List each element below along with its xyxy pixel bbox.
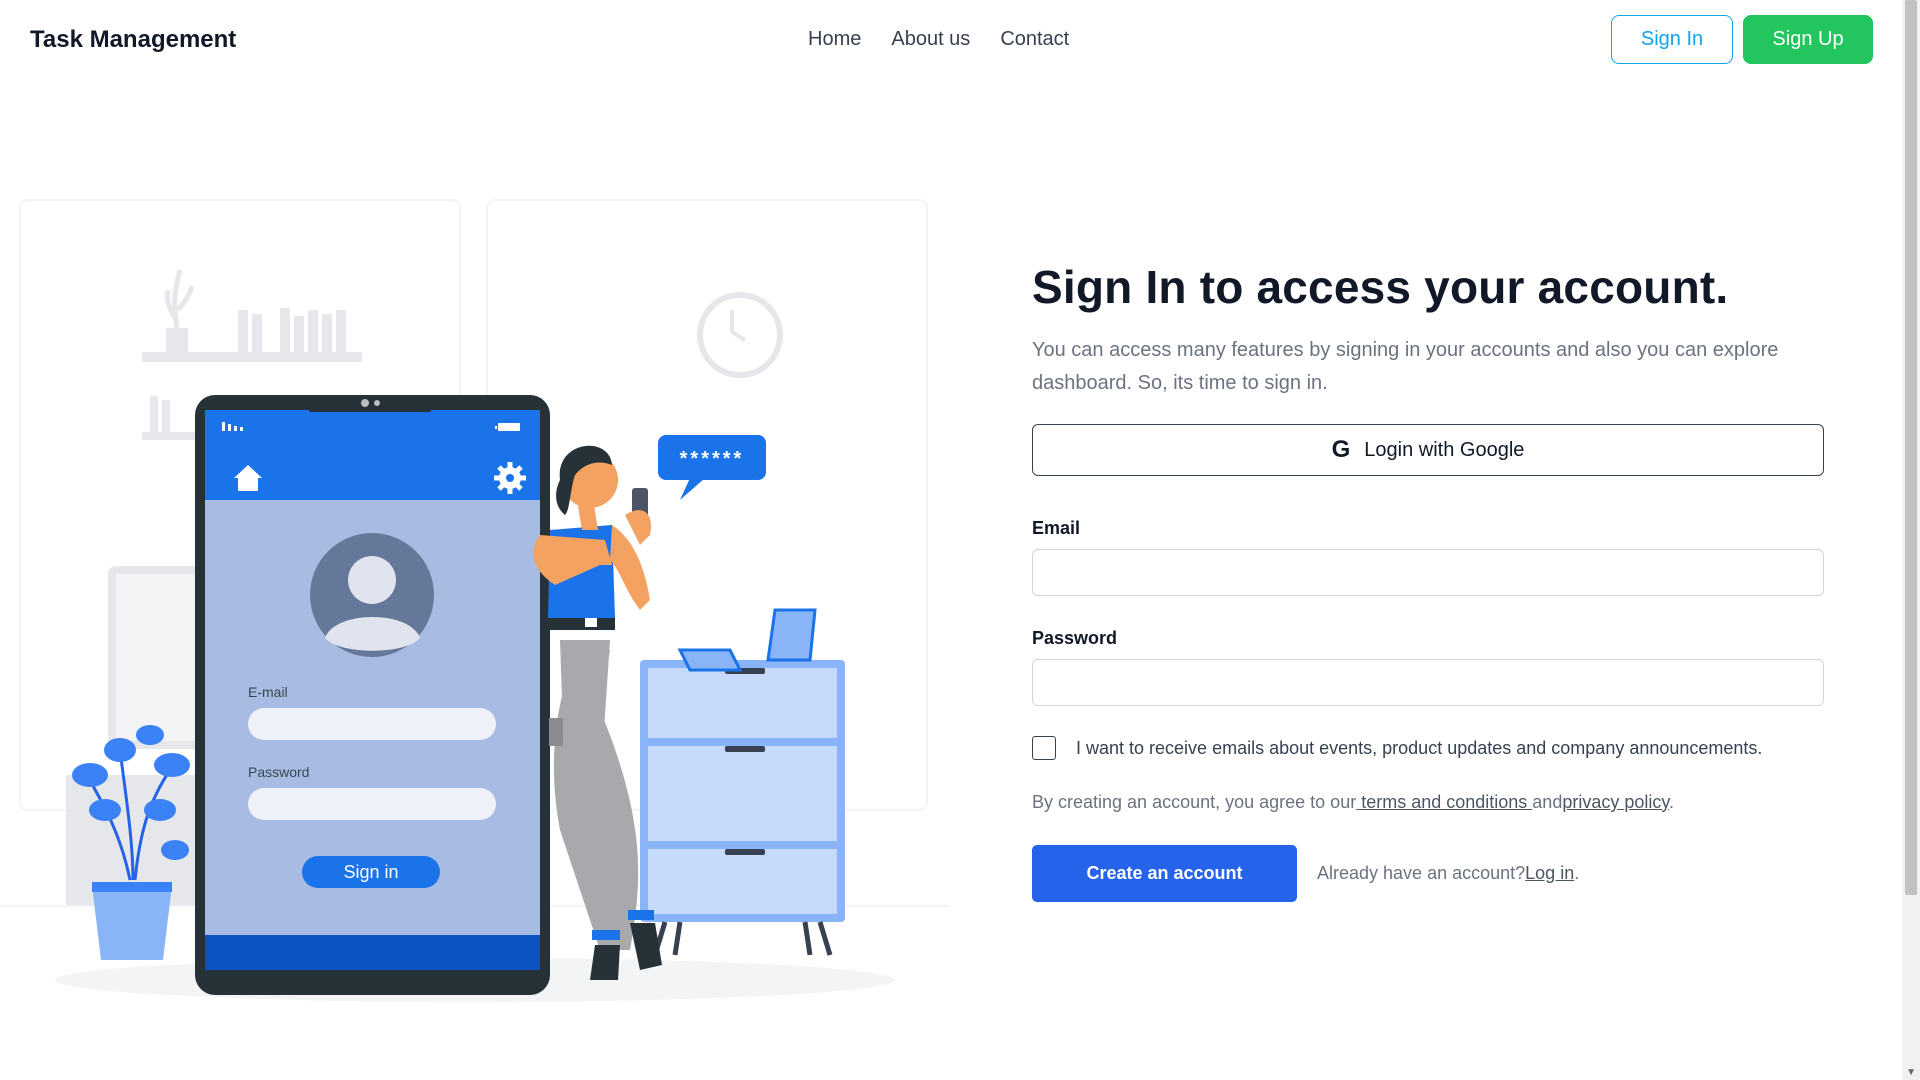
illustration-svg: E-mail Password Sign in ******: [0, 199, 950, 1002]
login-with-google-button[interactable]: G Login with Google: [1032, 424, 1824, 476]
phone-email-field: [248, 708, 496, 740]
terms-link[interactable]: terms and conditions: [1356, 792, 1532, 812]
login-suffix: .: [1574, 863, 1580, 883]
terms-suffix: .: [1669, 792, 1675, 812]
google-button-label: Login with Google: [1364, 438, 1525, 461]
nav-link-about[interactable]: About us: [891, 28, 970, 51]
phone-email-label: E-mail: [248, 684, 288, 700]
email-label: Email: [1032, 518, 1081, 538]
scroll-thumb[interactable]: [1905, 0, 1917, 895]
password-label: Password: [1032, 628, 1118, 648]
password-input[interactable]: [1032, 659, 1824, 706]
login-link[interactable]: Log in: [1525, 863, 1574, 883]
cabinet-icon: [640, 608, 845, 956]
nav-link-home[interactable]: Home: [808, 28, 861, 51]
already-text: Already have an account?: [1317, 863, 1526, 883]
page-title: Sign In to access your account.: [1032, 261, 1729, 313]
sign-up-button[interactable]: Sign Up: [1743, 15, 1873, 64]
phone-sign-in-label: Sign in: [343, 862, 398, 882]
already-have-account: Already have an account?Log in.: [1317, 863, 1579, 884]
scroll-down-arrow-icon[interactable]: ▼: [1906, 1067, 1916, 1078]
bubble-text: ******: [680, 448, 745, 470]
nav-links: Home About us Contact: [808, 28, 1069, 51]
clock-icon: [697, 292, 783, 378]
privacy-link[interactable]: privacy policy: [1562, 792, 1669, 812]
email-opt-in-checkbox[interactable]: [1032, 736, 1056, 760]
brand-logo[interactable]: Task Management: [30, 26, 236, 54]
top-navbar: Task Management Home About us Contact Si…: [0, 0, 1902, 82]
page-subtitle: You can access many features by signing …: [1032, 339, 1779, 394]
phone-password-label: Password: [248, 764, 309, 780]
login-illustration: E-mail Password Sign in ******: [0, 190, 960, 1010]
terms-and: and: [1532, 792, 1563, 812]
phone-password-field: [248, 788, 496, 820]
sign-in-button[interactable]: Sign In: [1611, 15, 1733, 64]
phone-illustration: E-mail Password Sign in: [195, 395, 550, 995]
terms-text: By creating an account, you agree to our…: [1032, 792, 1824, 813]
email-opt-in-row: I want to receive emails about events, p…: [1032, 736, 1824, 760]
email-opt-in-label: I want to receive emails about events, p…: [1076, 737, 1763, 758]
monitor-shape: [108, 566, 206, 749]
email-input[interactable]: [1032, 549, 1824, 596]
nav-link-contact[interactable]: Contact: [1000, 28, 1069, 51]
sign-in-form: Sign In to access your account. You can …: [1032, 260, 1824, 902]
google-icon: G: [1331, 436, 1351, 463]
terms-prefix: By creating an account, you agree to our: [1032, 792, 1357, 812]
page-scrollbar[interactable]: ▼: [1902, 0, 1920, 1080]
create-account-button[interactable]: Create an account: [1032, 845, 1297, 902]
phone-avatar-icon: [310, 533, 434, 657]
form-actions: Create an account Already have an accoun…: [1032, 845, 1824, 902]
